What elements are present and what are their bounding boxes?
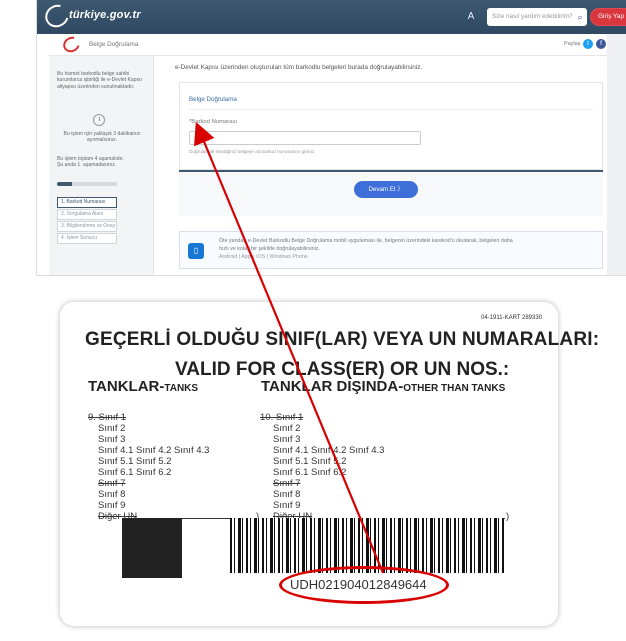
qr-code — [122, 518, 182, 578]
current-step-text: Şu anda 1. aşamadasınız. — [57, 162, 117, 169]
clock-icon — [93, 114, 105, 126]
right-class-2: Sınıf 2 — [273, 423, 301, 434]
other-than-tanks-label: TANKLAR DIŞINDA-OTHER THAN TANKS — [261, 378, 505, 395]
service-title: Belge Doğrulama — [89, 41, 139, 48]
step-query-area[interactable]: 2. Sorgulama Alanı — [57, 209, 117, 220]
facebook-icon[interactable]: f — [596, 39, 606, 49]
share-label: Paylaş — [564, 41, 581, 47]
barcode-field-help: Doğrulamak istediğiniz belgeye ait barko… — [189, 149, 316, 154]
right-class-3: Sınıf 3 — [273, 434, 301, 445]
mobile-phone-icon: ▯ — [188, 243, 204, 259]
left-class-4: Sınıf 4.1 Sınıf 4.2 Sınıf 4.3 — [98, 445, 210, 456]
progress-bar — [57, 182, 117, 186]
service-header: Belge Doğrulama Paylaş t f — [49, 33, 607, 56]
government-logo-icon — [60, 33, 83, 56]
search-input[interactable]: Size nasıl yardım edebilirim? — [487, 8, 587, 26]
continue-button[interactable]: Devam Et 〉 — [354, 181, 418, 198]
browser-screenshot: türkiye.gov.tr A Size nasıl yardım edebi… — [37, 0, 626, 275]
right-close-paren: ) — [506, 511, 510, 522]
right-class-5: Sınıf 5.1 Sınıf 5.2 — [273, 456, 347, 467]
continue-panel: Devam Et 〉 — [179, 172, 603, 216]
tanks-label: TANKLAR-TANKS — [88, 378, 198, 395]
progress-fill — [57, 182, 72, 186]
other-label-tr: TANKLAR DIŞINDA- — [261, 378, 404, 395]
login-label: Giriş Yap — [598, 13, 625, 20]
logo-text[interactable]: türkiye.gov.tr — [69, 9, 141, 21]
left-class-6: Sınıf 6.1 Sınıf 6.2 — [98, 467, 172, 478]
twitter-icon[interactable]: t — [583, 39, 593, 49]
left-class-8: Sınıf 8 — [98, 489, 126, 500]
search-icon[interactable]: ⌕ — [574, 10, 586, 24]
hazardous-goods-card: 04-1911-KART 289330 GEÇERLİ OLDUĞU SINIF… — [60, 302, 599, 626]
form-title: Belge Doğrulama — [189, 96, 237, 103]
left-class-1: 9. Sınıf 1 — [88, 412, 127, 423]
step-barcode-number[interactable]: 1. Barkod Numarası — [57, 197, 117, 208]
step-information-approval[interactable]: 3. Bilgilendirme ve Onay — [57, 221, 117, 232]
top-bar: türkiye.gov.tr A Size nasıl yardım edebi… — [37, 0, 626, 34]
mobile-app-text-line1: Öte yandan e-Devlet Barkodlu Belge Doğru… — [219, 238, 513, 244]
barcode-field-label: *Barkod Numarası — [189, 119, 238, 125]
sidebar: Bu hizmet barkodlu belge sahibi kurumlar… — [49, 56, 154, 275]
card-number: 04-1911-KART 289330 — [481, 315, 543, 321]
login-button[interactable]: Giriş Yap ➜ — [590, 8, 626, 26]
verification-form: Belge Doğrulama *Barkod Numarası Doğrula… — [179, 82, 603, 170]
card-heading-line1: GEÇERLİ OLDUĞU SINIF(LAR) VEYA UN NUMARA… — [85, 329, 600, 350]
tanks-label-tr: TANKLAR- — [88, 378, 165, 395]
right-class-8: Sınıf 8 — [273, 489, 301, 500]
right-class-7: Sınıf 7 — [273, 478, 301, 489]
highlight-ellipse — [279, 566, 449, 604]
mobile-app-links[interactable]: Android | Apple iOS | Windows Phone — [219, 254, 308, 260]
steps-info: Bu işlem toplam 4 aşamalıdır. Şu anda 1.… — [57, 156, 147, 169]
intro-text: e-Devlet Kapısı üzerinden oluşturulan tü… — [175, 64, 423, 71]
continue-label: Devam Et — [368, 186, 396, 193]
left-class-2: Sınıf 2 — [98, 423, 126, 434]
accessibility-icon[interactable]: A — [463, 11, 479, 23]
other-label-en: OTHER THAN TANKS — [403, 383, 506, 394]
tanks-label-en: TANKS — [164, 383, 199, 394]
left-class-9: Sınıf 9 — [98, 500, 126, 511]
form-divider — [189, 109, 593, 110]
right-class-4: Sınıf 4.1 Sınıf 4.2 Sınıf 4.3 — [273, 445, 385, 456]
mobile-app-info: ▯ Öte yandan e-Devlet Barkodlu Belge Doğ… — [179, 231, 603, 269]
right-gutter — [607, 34, 626, 275]
right-class-9: Sınıf 9 — [273, 500, 301, 511]
left-class-3: Sınıf 3 — [98, 434, 126, 445]
step-result[interactable]: 4. İşlem Sonucu — [57, 233, 117, 244]
right-class-1: 10. Sınıf 1 — [260, 412, 304, 423]
barcode — [230, 518, 504, 573]
left-class-7: Sınıf 7 — [98, 478, 126, 489]
mobile-app-text-line2: hızlı ve kolay bir şekilde doğrulayabili… — [219, 246, 320, 252]
barcode-number-input[interactable] — [189, 131, 421, 145]
sidebar-info-text: Bu hizmet barkodlu belge sahibi kurumlar… — [57, 71, 142, 90]
right-class-6: Sınıf 6.1 Sınıf 6.2 — [273, 467, 347, 478]
left-class-5: Sınıf 5.1 Sınıf 5.2 — [98, 456, 172, 467]
time-info-text: Bu işlem için yaklaşık 3 dakikanızı ayır… — [63, 131, 141, 144]
